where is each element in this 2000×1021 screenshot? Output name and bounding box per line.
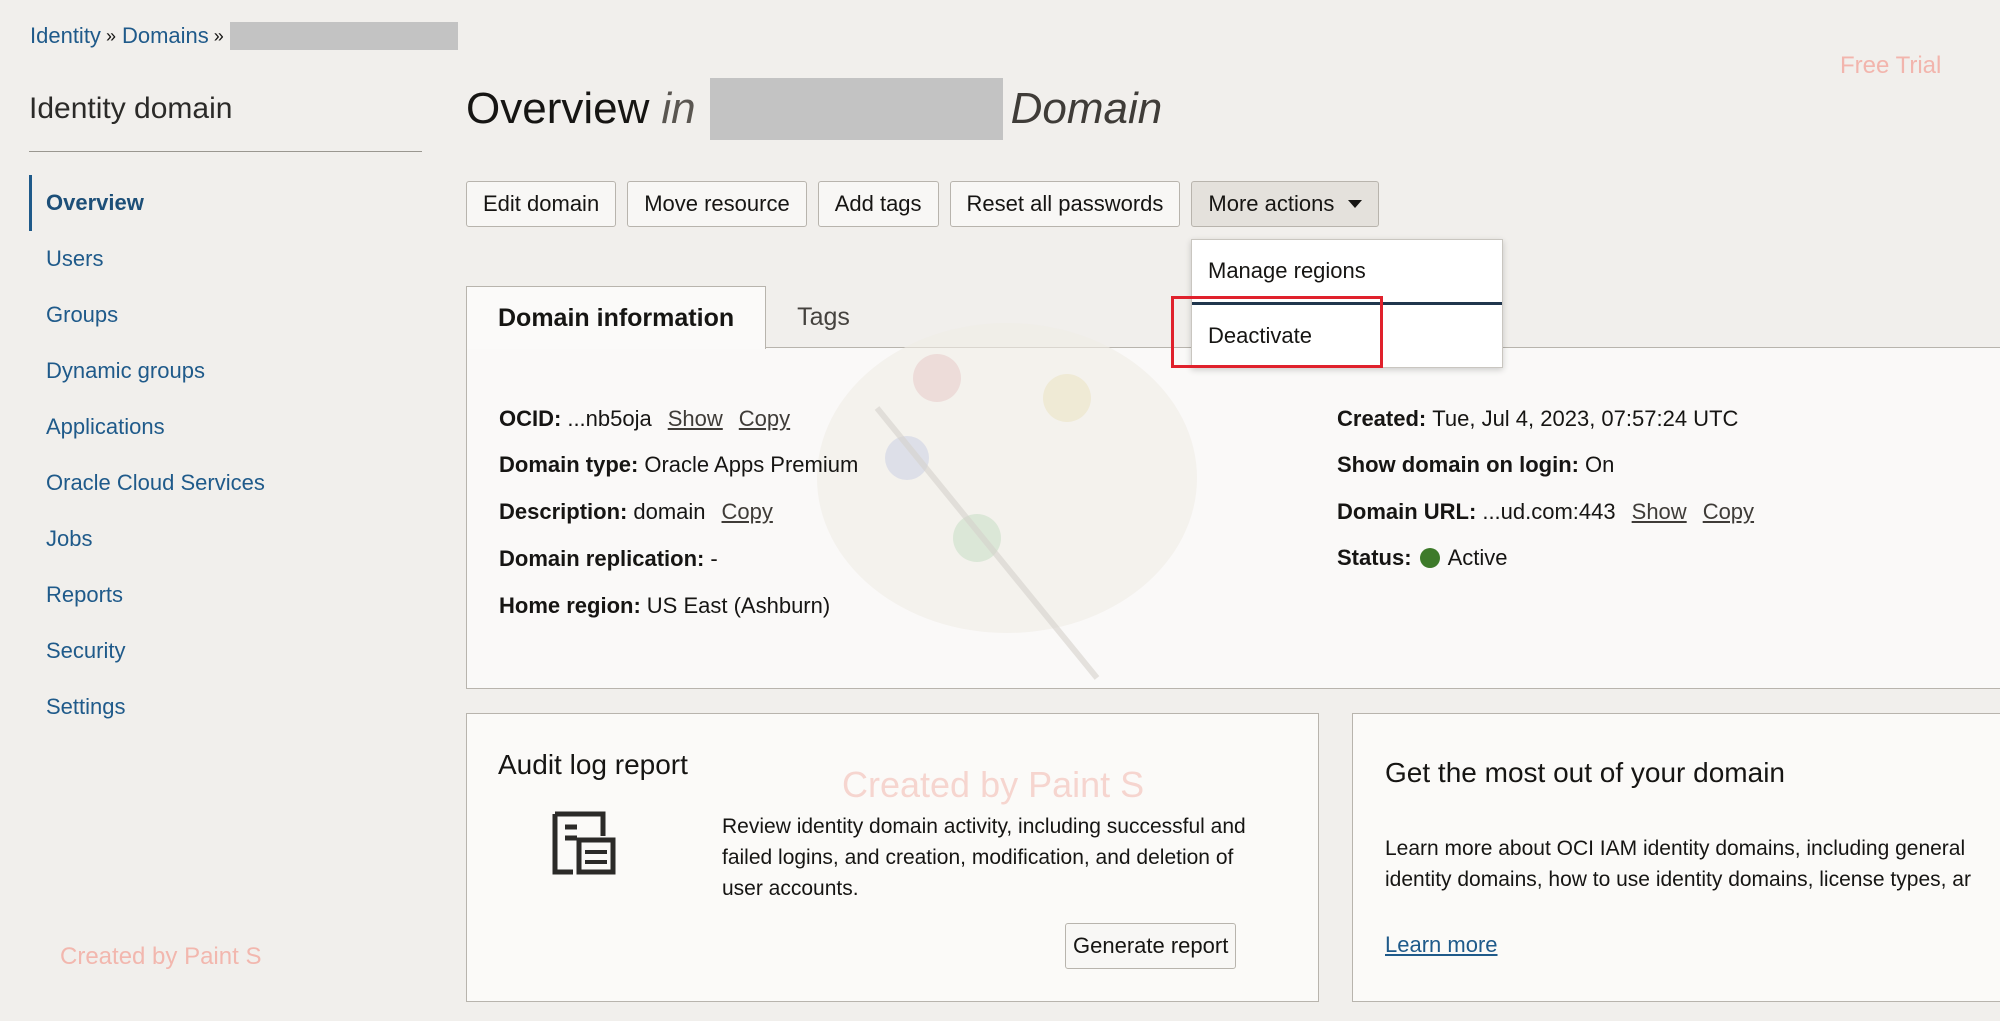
get-most-title: Get the most out of your domain — [1385, 757, 1785, 788]
move-resource-button[interactable]: Move resource — [627, 181, 807, 227]
audit-log-card: Audit log report Review identity domain … — [466, 713, 1319, 1002]
sidebar-divider — [29, 151, 422, 152]
domain-type-value: Oracle Apps Premium — [644, 452, 859, 477]
sidebar-item-dynamic-groups[interactable]: Dynamic groups — [29, 343, 409, 399]
description-row: Description: domain Copy — [499, 499, 773, 525]
caret-down-icon — [1348, 200, 1363, 208]
domain-information-panel: OCID: ...nb5oja Show Copy Domain type: O… — [466, 323, 2000, 689]
watermark-text: Created by Paint S — [842, 764, 1145, 805]
domain-url-value: ...ud.com:443 — [1482, 499, 1616, 524]
domain-url-copy-link[interactable]: Copy — [1703, 499, 1754, 525]
sidebar-item-groups[interactable]: Groups — [29, 287, 409, 343]
audit-log-description: Review identity domain activity, includi… — [722, 815, 1246, 900]
replication-label: Domain replication: — [499, 546, 705, 571]
show-on-login-value: On — [1584, 452, 1615, 477]
free-trial-label: Free Trial — [1840, 52, 1942, 79]
audit-log-title: Audit log report — [498, 749, 688, 780]
menu-item-manage-regions[interactable]: Manage regions — [1192, 240, 1502, 302]
sidebar-item-jobs[interactable]: Jobs — [29, 511, 409, 567]
tab-domain-information[interactable]: Domain information — [466, 286, 767, 349]
status-row: Status: Active — [1337, 545, 1507, 571]
more-actions-label: More actions — [1208, 191, 1335, 216]
sidebar-item-applications[interactable]: Applications — [29, 399, 409, 455]
breadcrumb-identity-link[interactable]: Identity — [30, 23, 101, 49]
ocid-label: OCID: — [499, 406, 562, 431]
redacted-domain-name — [229, 22, 458, 50]
audit-log-icon — [552, 811, 616, 875]
replication-value: - — [710, 546, 718, 571]
show-on-login-row: Show domain on login: On — [1337, 452, 1614, 478]
status-label: Status: — [1337, 545, 1412, 570]
ocid-row: OCID: ...nb5oja Show Copy — [499, 406, 790, 432]
get-most-card: Get the most out of your domain Learn mo… — [1352, 713, 2000, 1002]
home-region-row: Home region: US East (Ashburn) — [499, 593, 830, 619]
sidebar-item-users[interactable]: Users — [29, 231, 409, 287]
watermark-text: Created by Paint S — [60, 943, 262, 970]
status-active-icon — [1419, 548, 1440, 568]
ocid-show-link[interactable]: Show — [668, 406, 723, 432]
breadcrumb-separator: » — [213, 25, 224, 46]
sidebar-item-reports[interactable]: Reports — [29, 567, 409, 623]
home-region-label: Home region: — [499, 593, 641, 618]
show-on-login-label: Show domain on login: — [1337, 452, 1579, 477]
action-toolbar: Edit domain Move resource Add tags Reset… — [466, 181, 1380, 227]
domain-url-label: Domain URL: — [1337, 499, 1477, 524]
page-title-suffix: Domain — [1010, 84, 1163, 133]
domain-url-show-link[interactable]: Show — [1632, 499, 1687, 525]
created-label: Created: — [1337, 406, 1427, 431]
status-value: Active — [1447, 545, 1508, 570]
sidebar-item-overview[interactable]: Overview — [29, 175, 409, 231]
domain-url-row: Domain URL: ...ud.com:443 Show Copy — [1337, 499, 1754, 525]
breadcrumb-domains-link[interactable]: Domains — [122, 23, 209, 49]
description-value: domain — [633, 499, 706, 524]
description-copy-link[interactable]: Copy — [722, 499, 773, 525]
created-row: Created: Tue, Jul 4, 2023, 07:57:24 UTC — [1337, 406, 1738, 432]
generate-report-button[interactable]: Generate report — [1065, 923, 1237, 969]
ocid-copy-link[interactable]: Copy — [739, 406, 790, 432]
sidebar-item-security[interactable]: Security — [29, 623, 409, 679]
sidebar-item-oracle-cloud-services[interactable]: Oracle Cloud Services — [29, 455, 409, 511]
deactivate-highlight-box — [1171, 296, 1383, 368]
redacted-domain-title — [709, 78, 1003, 140]
domain-type-label: Domain type: — [499, 452, 639, 477]
page-title: Overview in Domain — [466, 78, 1162, 140]
home-region-value: US East (Ashburn) — [646, 593, 831, 618]
breadcrumb: Identity » Domains » — [30, 22, 458, 50]
sidebar-nav: Overview Users Groups Dynamic groups App… — [29, 175, 409, 735]
sidebar-item-settings[interactable]: Settings — [29, 679, 409, 735]
ocid-value: ...nb5oja — [567, 406, 652, 431]
breadcrumb-separator: » — [105, 25, 116, 46]
get-most-description: Learn more about OCI IAM identity domain… — [1385, 837, 1971, 891]
learn-more-link[interactable]: Learn more — [1385, 932, 1498, 958]
page-title-in: in — [661, 84, 696, 133]
more-actions-button[interactable]: More actions — [1191, 181, 1380, 227]
sidebar-title: Identity domain — [29, 92, 233, 125]
replication-row: Domain replication: - — [499, 546, 718, 572]
reset-all-passwords-button[interactable]: Reset all passwords — [949, 181, 1181, 227]
created-value: Tue, Jul 4, 2023, 07:57:24 UTC — [1432, 406, 1739, 431]
page-title-prefix: Overview — [466, 84, 650, 133]
add-tags-button[interactable]: Add tags — [817, 181, 939, 227]
edit-domain-button[interactable]: Edit domain — [466, 181, 617, 227]
description-label: Description: — [499, 499, 628, 524]
domain-type-row: Domain type: Oracle Apps Premium — [499, 452, 858, 478]
